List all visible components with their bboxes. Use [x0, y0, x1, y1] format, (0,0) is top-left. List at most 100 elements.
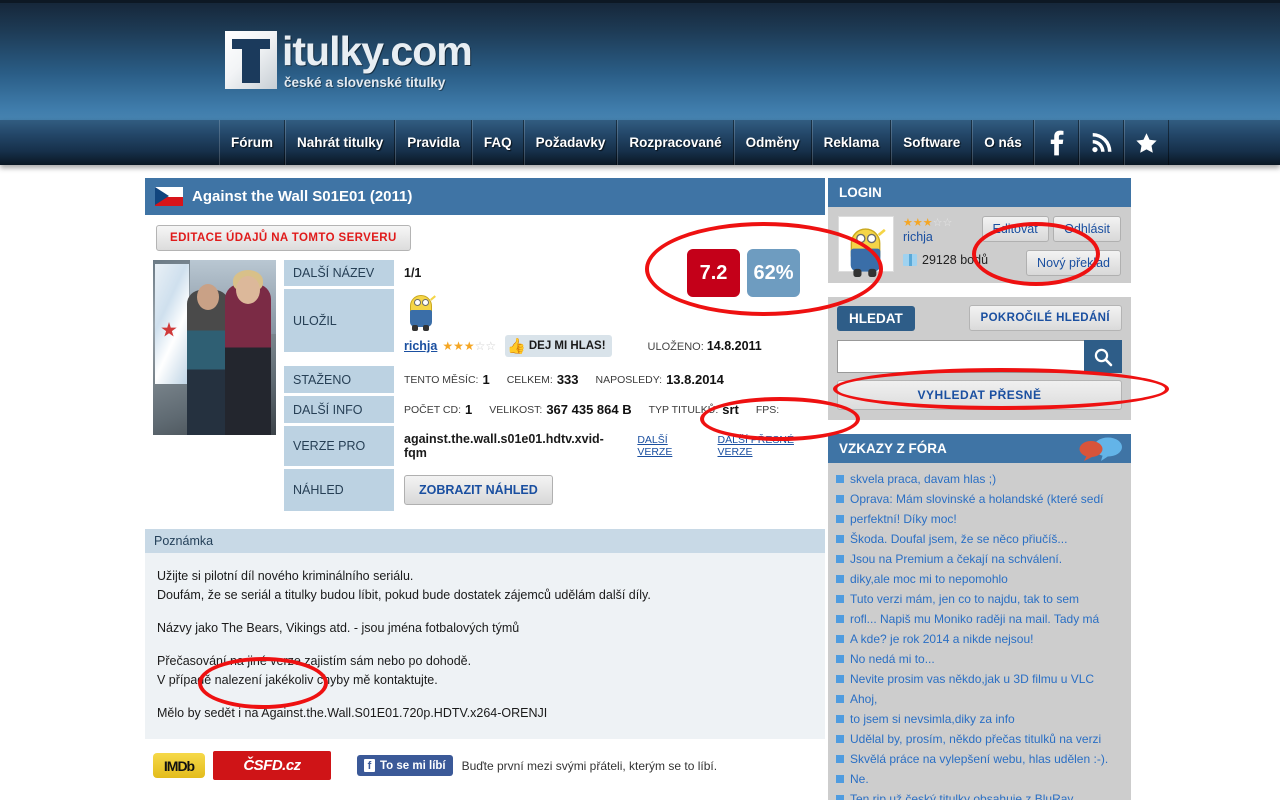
- rating-score-badge: 7.2: [687, 249, 740, 297]
- list-item[interactable]: Tuto verzi mám, jen co to najdu, tak to …: [836, 589, 1123, 609]
- nav-item-faq[interactable]: FAQ: [471, 120, 524, 165]
- facebook-icon[interactable]: [1033, 120, 1079, 165]
- forum-message-text: Jsou na Premium a čekají na schválení.: [850, 551, 1063, 566]
- nav-item-o-nás[interactable]: O nás: [972, 120, 1034, 165]
- row-verze-pro: VERZE PRO against.the.wall.s01e01.hdtv.x…: [284, 426, 825, 466]
- nav-item-rozpracované[interactable]: Rozpracované: [617, 120, 734, 165]
- bullet-icon: [836, 674, 844, 683]
- list-item[interactable]: skvela praca, davam hlas ;): [836, 469, 1123, 489]
- list-item[interactable]: rofl... Napiš mu Moniko raději na mail. …: [836, 609, 1123, 629]
- bullet-icon: [836, 554, 844, 563]
- forum-message-text: Ahoj,: [850, 691, 878, 706]
- facebook-like-label: To se mi líbí: [380, 759, 446, 772]
- ulozeno-value: 14.8.2011: [706, 339, 762, 353]
- forum-message-text: Ten rip už český titulky obsahuje z BluR…: [850, 791, 1083, 800]
- rss-icon[interactable]: [1078, 120, 1124, 165]
- nav-item-nahrát-titulky[interactable]: Nahrát titulky: [285, 120, 396, 165]
- list-item[interactable]: Jsou na Premium a čekají na schválení.: [836, 549, 1123, 569]
- uploader-name-link[interactable]: richja: [404, 339, 437, 353]
- forum-panel-header: VZKAZY Z FÓRA: [828, 434, 1131, 463]
- list-item[interactable]: Ne.: [836, 769, 1123, 789]
- csfd-badge[interactable]: ČSFD.cz: [213, 751, 331, 780]
- exact-search-button[interactable]: VYHLEDAT PŘESNĚ: [837, 380, 1122, 410]
- typ-titulku-label: TYP TITULKŮ:: [648, 403, 719, 416]
- search-icon: [1094, 348, 1113, 366]
- label-dalsi-nazev: DALŠÍ NÁZEV: [284, 260, 394, 286]
- nav-item-fórum[interactable]: Fórum: [219, 120, 285, 165]
- bullet-icon: [836, 654, 844, 663]
- value-dalsi-nazev: 1/1: [404, 266, 422, 280]
- bullet-icon: [836, 614, 844, 623]
- site-logo[interactable]: itulky.com české a slovenské titulky: [225, 31, 473, 90]
- bullet-icon: [836, 694, 844, 703]
- search-input[interactable]: [837, 340, 1084, 373]
- list-item[interactable]: Udělal by, prosím, někdo přečas titulků …: [836, 729, 1123, 749]
- ulozeno-group: ULOŽENO: 14.8.2011: [648, 339, 762, 353]
- list-item[interactable]: Nevite prosim vas někdo,jak u 3D filmu u…: [836, 669, 1123, 689]
- imdb-badge[interactable]: IMDb: [153, 753, 205, 778]
- vote-button[interactable]: 👍 DEJ MI HLAS!: [505, 335, 612, 357]
- rating-percent-badge: 62%: [747, 249, 800, 297]
- nav-item-požadavky[interactable]: Požadavky: [523, 120, 618, 165]
- list-item[interactable]: perfektní! Díky moc!: [836, 509, 1123, 529]
- nav-item-odměny[interactable]: Odměny: [733, 120, 812, 165]
- vote-button-label: DEJ MI HLAS!: [528, 340, 606, 352]
- list-item[interactable]: Skvělá práce na vylepšení webu, hlas udě…: [836, 749, 1123, 769]
- search-button[interactable]: [1084, 340, 1122, 373]
- login-panel-body: ★★★☆☆ richja 29128 bodů Editovat Odhlási…: [828, 207, 1131, 283]
- forum-message-text: diky,ale moc mi to nepomohlo: [850, 571, 1008, 586]
- logout-button[interactable]: Odhlásit: [1053, 216, 1121, 242]
- bullet-icon: [836, 794, 844, 800]
- search-panel: HLEDAT POKROČILÉ HLEDÁNÍ VYHLEDAT PŘESNĚ: [828, 297, 1131, 420]
- tento-mesic-label: TENTO MĚSÍC:: [404, 373, 479, 386]
- forum-message-text: perfektní! Díky moc!: [850, 511, 957, 526]
- list-item[interactable]: diky,ale moc mi to nepomohlo: [836, 569, 1123, 589]
- edit-profile-button[interactable]: Editovat: [981, 216, 1049, 242]
- external-links-row: IMDb ČSFD.cz f To se mi líbí Buďte první…: [145, 751, 825, 780]
- row-stazeno: STAŽENO TENTO MĚSÍC: 1 CELKEM: 333 NAPOS…: [284, 366, 825, 393]
- speech-bubbles-icon: [1077, 436, 1123, 465]
- note-paragraph: Přečasování na jiné verze zajistím sám n…: [157, 654, 472, 687]
- star-icon[interactable]: [1123, 120, 1169, 165]
- row-nahled: NÁHLED ZOBRAZIT NÁHLED: [284, 469, 825, 511]
- nav-item-software[interactable]: Software: [891, 120, 973, 165]
- forum-message-text: Skvělá práce na vylepšení webu, hlas udě…: [850, 751, 1109, 766]
- uploader-avatar: [408, 291, 436, 331]
- rating-badges: 7.2 62%: [687, 249, 800, 297]
- list-item[interactable]: Ten rip už český titulky obsahuje z BluR…: [836, 789, 1123, 800]
- nav-item-pravidla[interactable]: Pravidla: [395, 120, 472, 165]
- bullet-icon: [836, 514, 844, 523]
- forum-message-text: Tuto verzi mám, jen co to najdu, tak to …: [850, 591, 1079, 606]
- note-header: Poznámka: [145, 529, 825, 553]
- edit-data-button[interactable]: EDITACE ÚDAJŮ NA TOMTO SERVERU: [156, 225, 411, 251]
- forum-message-text: A kde? je rok 2014 a nikde nejsou!: [850, 631, 1034, 646]
- page-title: Against the Wall S01E01 (2011): [192, 188, 413, 205]
- sidebar: LOGIN ★★★☆☆ richja 29128 bodů Editovat O…: [828, 178, 1131, 800]
- nav-item-reklama[interactable]: Reklama: [811, 120, 892, 165]
- verze-pro-value: against.the.wall.s01e01.hdtv.xvid-fqm: [404, 432, 604, 460]
- celkem-label: CELKEM:: [506, 373, 553, 386]
- facebook-like-button[interactable]: f To se mi líbí: [357, 755, 453, 776]
- list-item[interactable]: Oprava: Mám slovinské a holandské (které…: [836, 489, 1123, 509]
- list-item[interactable]: A kde? je rok 2014 a nikde nejsou!: [836, 629, 1123, 649]
- logo-tagline: české a slovenské titulky: [284, 75, 446, 90]
- naposledy-label: NAPOSLEDY:: [595, 373, 663, 386]
- forum-message-text: Škoda. Doufal jsem, že se něco přiučíš..…: [850, 531, 1068, 546]
- advanced-search-button[interactable]: POKROČILÉ HLEDÁNÍ: [968, 305, 1122, 331]
- pocet-cd-value: 1: [464, 402, 473, 417]
- forum-messages-panel: VZKAZY Z FÓRA skvela praca, davam hlas ;…: [828, 434, 1131, 800]
- bullet-icon: [836, 634, 844, 643]
- new-translation-button[interactable]: Nový překlad: [1026, 250, 1121, 276]
- dalsi-verze-link[interactable]: DALŠÍ VERZE: [637, 434, 701, 458]
- dalsi-presne-verze-link[interactable]: DALŠÍ PŘESNÉ VERZE: [718, 434, 825, 458]
- list-item[interactable]: to jsem si nevsimla,diky za info: [836, 709, 1123, 729]
- list-item[interactable]: Škoda. Doufal jsem, že se něco přiučíš..…: [836, 529, 1123, 549]
- uploader-rating-stars: ★★★☆☆: [442, 339, 497, 353]
- list-item[interactable]: Ahoj,: [836, 689, 1123, 709]
- page-title-bar: Against the Wall S01E01 (2011): [145, 178, 825, 215]
- login-panel: LOGIN ★★★☆☆ richja 29128 bodů Editovat O…: [828, 178, 1131, 283]
- label-nahled: NÁHLED: [284, 469, 394, 511]
- bullet-icon: [836, 774, 844, 783]
- show-preview-button[interactable]: ZOBRAZIT NÁHLED: [404, 475, 553, 505]
- list-item[interactable]: No nedá mi to...: [836, 649, 1123, 669]
